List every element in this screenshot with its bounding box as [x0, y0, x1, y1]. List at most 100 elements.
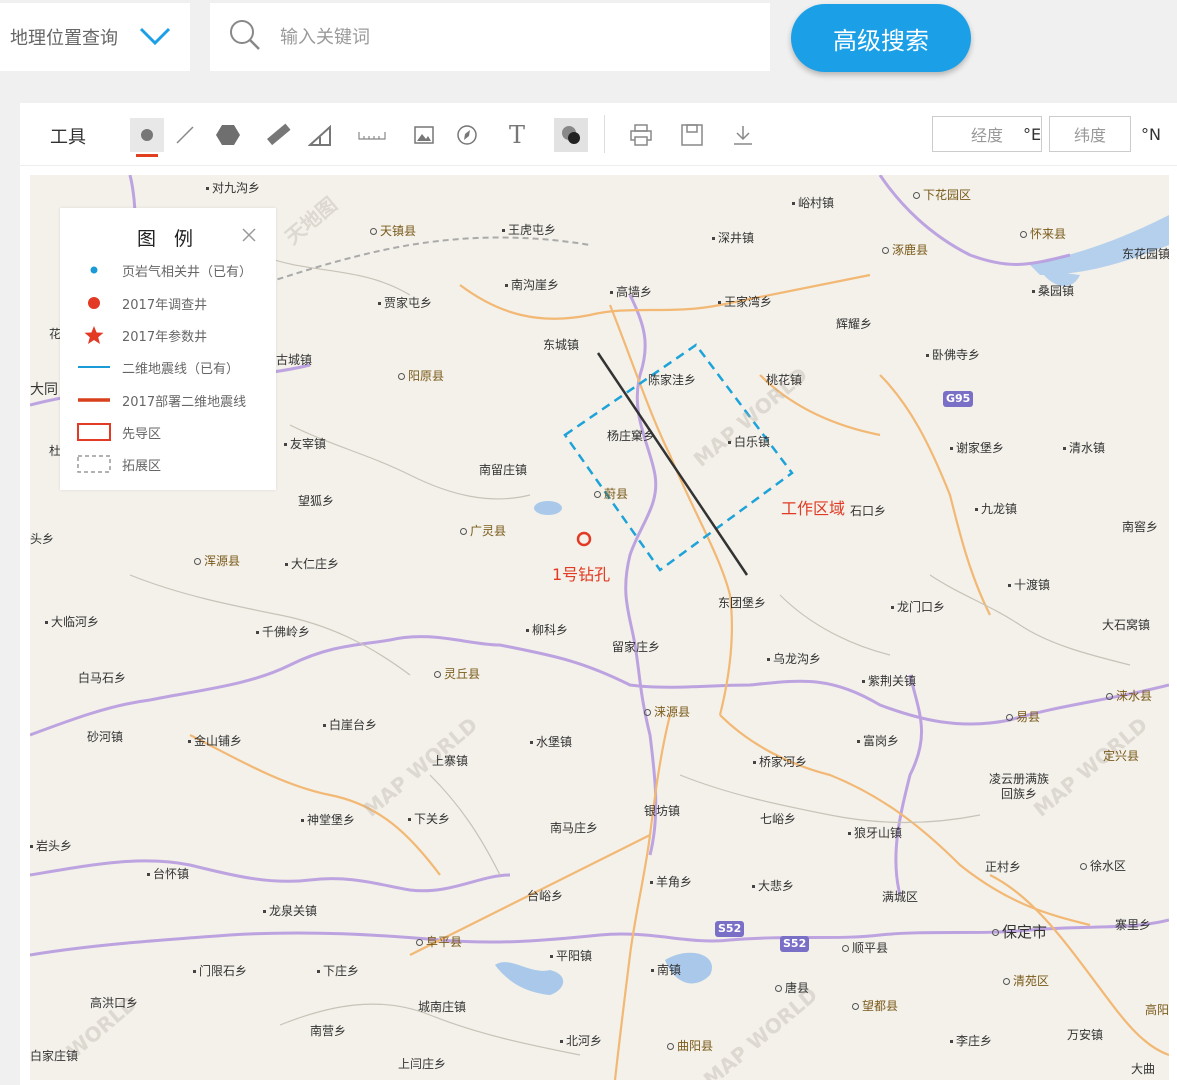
place-label: 望狐乡: [298, 494, 335, 508]
toolbar-divider: [604, 115, 605, 153]
place-label: 门限石乡: [193, 962, 247, 979]
save-tool-button[interactable]: [675, 118, 709, 152]
place-label: 下关乡: [408, 810, 450, 827]
search-box: [210, 3, 770, 71]
place-label: 唐县: [775, 979, 809, 996]
scale-bar-icon: [358, 132, 386, 140]
place-label: 龙泉关镇: [263, 902, 317, 919]
place-label: 古城镇: [276, 353, 313, 367]
legend-item-existing-seismic-line: 二维地震线（已有）: [76, 355, 239, 379]
place-label: 龙门口乡: [891, 598, 945, 615]
place-label: 下庄乡: [317, 962, 359, 979]
close-icon[interactable]: [240, 226, 258, 248]
legend-item-planned-seismic-line: 2017部署二维地震线: [76, 388, 246, 412]
image-icon: [414, 126, 434, 144]
place-label: 南镇: [651, 961, 681, 978]
place-label: 曲阳县: [667, 1037, 713, 1054]
place-label: 深井镇: [712, 229, 754, 246]
place-label: 定兴县: [1103, 749, 1140, 763]
place-label: 砂河镇: [87, 730, 124, 744]
place-label: 白马石乡: [78, 671, 127, 685]
line-icon: [176, 126, 194, 144]
geo-location-select[interactable]: 地理位置查询: [0, 3, 190, 71]
place-label: 大同: [30, 382, 58, 398]
image-tool-button[interactable]: [407, 118, 441, 152]
place-label: 广灵县: [460, 522, 506, 539]
place-label: 谢家堡乡: [950, 439, 1004, 456]
borehole-marker[interactable]: [576, 531, 592, 547]
download-tool-button[interactable]: [726, 118, 760, 152]
road-shield-s52: S52: [715, 921, 745, 937]
place-label: 桥家河乡: [753, 753, 807, 770]
place-label: 对九沟乡: [206, 179, 260, 196]
place-label: 高墙乡: [610, 283, 652, 300]
place-label: 桑园镇: [1032, 282, 1074, 299]
advanced-search-button[interactable]: 高级搜索: [791, 4, 971, 72]
place-label: 南留庄镇: [479, 463, 528, 477]
place-label: 水堡镇: [530, 733, 572, 750]
layer-tool-button[interactable]: [554, 118, 588, 152]
ruler-icon: [267, 123, 291, 146]
place-label: 杨庄窠乡: [607, 429, 656, 443]
place-label: 狼牙山镇: [848, 824, 902, 841]
dashed-rect-icon: [76, 454, 112, 474]
place-label: 白家庄镇: [30, 1049, 79, 1063]
place-label: 顺平县: [842, 939, 888, 956]
place-label: 凌云册满族回族乡: [988, 772, 1049, 801]
place-label: 九龙镇: [975, 500, 1017, 517]
place-label: 上寨镇: [432, 754, 469, 768]
place-label: 贾家屯乡: [378, 294, 432, 311]
save-icon: [681, 124, 703, 146]
search-icon[interactable]: [228, 18, 262, 56]
point-tool-button[interactable]: [130, 118, 164, 157]
compass-icon: [457, 125, 477, 145]
place-label: 天镇县: [370, 222, 416, 239]
place-label: 正村乡: [985, 860, 1022, 874]
print-tool-button[interactable]: [624, 118, 658, 152]
place-label: 满城区: [882, 890, 919, 904]
place-label: 平阳镇: [550, 947, 592, 964]
latitude-input[interactable]: 纬度: [1049, 116, 1131, 152]
place-label: 易县: [1006, 708, 1040, 725]
place-label: 友宰镇: [284, 435, 326, 452]
place-label: 紫荆关镇: [862, 672, 916, 689]
geo-select-label: 地理位置查询: [10, 28, 118, 49]
place-label: 神堂堡乡: [301, 811, 355, 828]
compass-tool-button[interactable]: [450, 118, 484, 152]
place-label: 卧佛寺乡: [926, 346, 980, 363]
place-label: 南营乡: [310, 1024, 347, 1038]
text-icon: T: [508, 121, 525, 149]
place-label: 清水镇: [1063, 439, 1105, 456]
place-label: 七峪乡: [760, 812, 797, 826]
blue-line-icon: [76, 357, 112, 377]
text-tool-button[interactable]: T: [500, 118, 534, 152]
place-label: 涞水县: [1106, 687, 1152, 704]
place-label: 银坊镇: [644, 804, 681, 818]
place-label: 头乡: [30, 532, 55, 546]
polygon-tool-button[interactable]: [211, 118, 245, 152]
area-measure-tool-button[interactable]: [303, 118, 337, 152]
line-tool-button[interactable]: [168, 118, 202, 152]
place-label: 上闫庄乡: [398, 1057, 447, 1071]
place-label: 王虎屯乡: [502, 221, 556, 238]
search-input[interactable]: [278, 25, 722, 49]
place-label: 徐水区: [1080, 857, 1126, 874]
latitude-unit: °N: [1141, 125, 1161, 144]
scale-tool-button[interactable]: [355, 118, 389, 152]
place-label: 乌龙沟乡: [767, 650, 821, 667]
reservoir-weixian: [534, 501, 562, 515]
place-label: 李庄乡: [950, 1032, 992, 1049]
borehole-label: 1号钻孔: [552, 565, 611, 584]
reservoir-south: [495, 962, 564, 995]
place-label: 东城镇: [543, 338, 580, 352]
place-label: 城南庄镇: [418, 1000, 467, 1014]
place-label: 东团堡乡: [718, 596, 767, 610]
place-label: 南沟崖乡: [505, 276, 559, 293]
place-label: 千佛岭乡: [256, 623, 310, 640]
place-label: 台怀镇: [147, 865, 189, 882]
place-label: 怀来县: [1020, 225, 1066, 242]
red-star-icon: [76, 325, 112, 345]
place-label: 岩头乡: [30, 837, 72, 854]
place-label: 涿鹿县: [882, 241, 928, 258]
ruler-tool-button[interactable]: [261, 118, 295, 152]
